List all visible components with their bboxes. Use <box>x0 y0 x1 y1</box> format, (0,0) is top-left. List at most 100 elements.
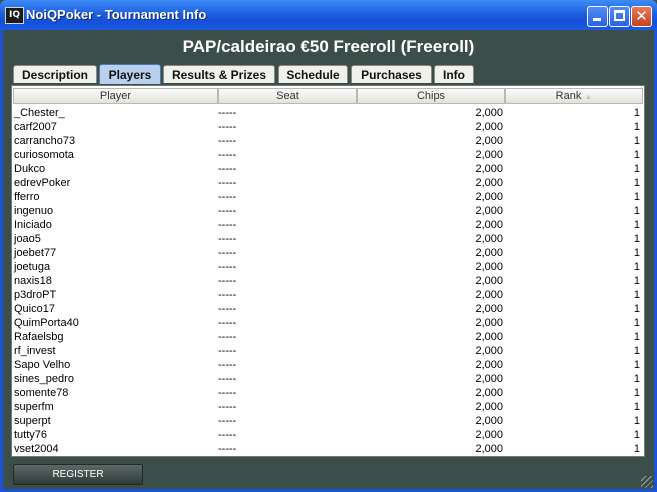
chips-cell: 2,000 <box>475 107 503 119</box>
rank-cell: 1 <box>633 415 640 427</box>
table-row[interactable]: _Chester_ ----- 2,000 1 <box>13 106 643 120</box>
player-name-cell: curiosomota <box>14 149 74 161</box>
tab-info[interactable]: Info <box>434 65 474 83</box>
player-name-cell: p3droPT <box>14 289 57 301</box>
resize-grip-icon[interactable] <box>641 476 653 488</box>
chips-cell: 2,000 <box>475 345 503 357</box>
seat-cell: ----- <box>218 135 237 147</box>
table-row[interactable]: naxis18 ----- 2,000 1 <box>13 274 643 288</box>
table-row[interactable]: superpt ----- 2,000 1 <box>13 414 643 428</box>
app-logo-icon: IQ <box>5 7 24 24</box>
player-name-cell: tutty76 <box>14 429 48 441</box>
chips-cell: 2,000 <box>475 289 503 301</box>
seat-cell: ----- <box>218 429 237 441</box>
table-row[interactable]: Quico17 ----- 2,000 1 <box>13 302 643 316</box>
minimize-button[interactable] <box>587 6 608 27</box>
table-row[interactable]: tutty76 ----- 2,000 1 <box>13 428 643 442</box>
window-title: NoiQPoker - Tournament Info <box>26 7 207 22</box>
title-bar[interactable]: IQ NoiQPoker - Tournament Info ✕ <box>0 0 657 30</box>
table-row[interactable]: joao5 ----- 2,000 1 <box>13 232 643 246</box>
chips-cell: 2,000 <box>475 247 503 259</box>
minimize-icon <box>593 18 601 21</box>
player-name-cell: Quico17 <box>14 303 55 315</box>
player-name-cell: superfm <box>14 401 54 413</box>
seat-cell: ----- <box>218 317 237 329</box>
table-row[interactable]: QuimPorta40 ----- 2,000 1 <box>13 316 643 330</box>
chips-cell: 2,000 <box>475 219 503 231</box>
table-row[interactable]: edrevPoker ----- 2,000 1 <box>13 176 643 190</box>
chips-cell: 2,000 <box>475 303 503 315</box>
rank-cell: 1 <box>633 135 640 147</box>
rank-cell: 1 <box>633 331 640 343</box>
chips-cell: 2,000 <box>475 373 503 385</box>
player-name-cell: Iniciado <box>14 219 52 231</box>
rank-cell: 1 <box>633 359 640 371</box>
column-header-chips[interactable]: Chips <box>357 88 505 104</box>
chips-cell: 2,000 <box>475 177 503 189</box>
chips-cell: 2,000 <box>475 401 503 413</box>
rank-cell: 1 <box>633 401 640 413</box>
register-button[interactable]: REGISTER <box>13 464 143 485</box>
close-button[interactable]: ✕ <box>631 6 652 27</box>
table-row[interactable]: carf2007 ----- 2,000 1 <box>13 120 643 134</box>
table-row[interactable]: joebet77 ----- 2,000 1 <box>13 246 643 260</box>
player-name-cell: vset2004 <box>14 443 59 455</box>
table-row[interactable]: vset2004 ----- 2,000 1 <box>13 442 643 456</box>
tournament-info-window: IQ NoiQPoker - Tournament Info ✕ PAP/cal… <box>0 0 657 492</box>
seat-cell: ----- <box>218 163 237 175</box>
table-row[interactable]: ingenuo ----- 2,000 1 <box>13 204 643 218</box>
table-row[interactable]: curiosomota ----- 2,000 1 <box>13 148 643 162</box>
player-name-cell: carf2007 <box>14 121 57 133</box>
column-header-player[interactable]: Player <box>13 88 218 104</box>
table-row[interactable]: Dukco ----- 2,000 1 <box>13 162 643 176</box>
tab-purchases[interactable]: Purchases <box>351 65 432 83</box>
chips-cell: 2,000 <box>475 331 503 343</box>
player-name-cell: carrancho73 <box>14 135 76 147</box>
chips-cell: 2,000 <box>475 121 503 133</box>
seat-cell: ----- <box>218 401 237 413</box>
chips-cell: 2,000 <box>475 149 503 161</box>
player-name-cell: ingenuo <box>14 205 54 217</box>
table-row[interactable]: superfm ----- 2,000 1 <box>13 400 643 414</box>
maximize-button[interactable] <box>609 6 630 27</box>
rank-cell: 1 <box>633 205 640 217</box>
tab-players[interactable]: Players <box>99 64 161 84</box>
seat-cell: ----- <box>218 345 237 357</box>
rank-cell: 1 <box>633 429 640 441</box>
chips-cell: 2,000 <box>475 317 503 329</box>
seat-cell: ----- <box>218 331 237 343</box>
players-table: Player Seat Chips Rank ▲ _Chester_ ----- 2… <box>11 85 645 457</box>
sort-ascending-icon: ▲ <box>584 92 593 101</box>
seat-cell: ----- <box>218 233 237 245</box>
player-name-cell: superpt <box>14 415 51 427</box>
table-header: Player Seat Chips Rank ▲ <box>13 88 643 104</box>
column-header-seat[interactable]: Seat <box>218 88 357 104</box>
window-border-left <box>0 30 3 492</box>
table-row[interactable]: sines_pedro ----- 2,000 1 <box>13 372 643 386</box>
table-row[interactable]: carrancho73 ----- 2,000 1 <box>13 134 643 148</box>
player-name-cell: Dukco <box>14 163 46 175</box>
close-icon: ✕ <box>635 7 648 25</box>
chips-cell: 2,000 <box>475 233 503 245</box>
column-header-rank-label: Rank <box>555 90 582 102</box>
table-row[interactable]: Rafaelsbg ----- 2,000 1 <box>13 330 643 344</box>
table-row[interactable]: rf_invest ----- 2,000 1 <box>13 344 643 358</box>
tab-description[interactable]: Description <box>13 65 97 83</box>
table-row[interactable]: fferro ----- 2,000 1 <box>13 190 643 204</box>
table-row[interactable]: Iniciado ----- 2,000 1 <box>13 218 643 232</box>
table-row[interactable]: somente78 ----- 2,000 1 <box>13 386 643 400</box>
rank-cell: 1 <box>633 443 640 455</box>
column-header-rank[interactable]: Rank ▲ <box>505 88 643 104</box>
chips-cell: 2,000 <box>475 415 503 427</box>
player-name-cell: Rafaelsbg <box>14 331 64 343</box>
tab-schedule[interactable]: Schedule <box>278 65 348 83</box>
player-name-cell: joebet77 <box>14 247 57 259</box>
seat-cell: ----- <box>218 387 237 399</box>
table-row[interactable]: p3droPT ----- 2,000 1 <box>13 288 643 302</box>
tab-results-prizes[interactable]: Results & Prizes <box>163 65 275 83</box>
table-row[interactable]: joetuga ----- 2,000 1 <box>13 260 643 274</box>
table-row[interactable]: Sapo Velho ----- 2,000 1 <box>13 358 643 372</box>
seat-cell: ----- <box>218 275 237 287</box>
player-name-cell: rf_invest <box>14 345 56 357</box>
player-name-cell: joetuga <box>14 261 51 273</box>
